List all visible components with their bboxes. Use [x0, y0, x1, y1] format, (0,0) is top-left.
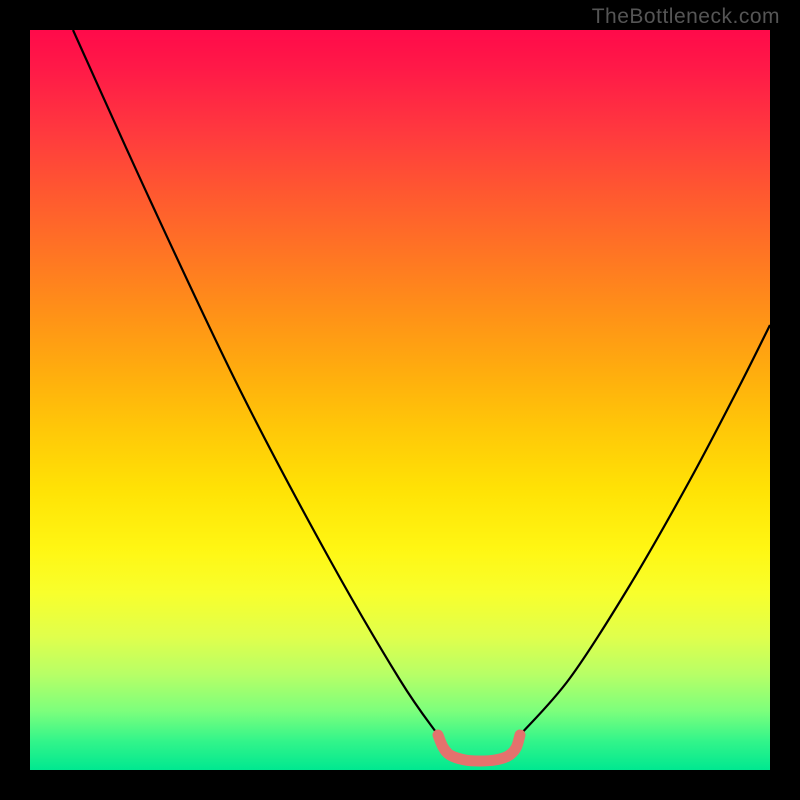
- watermark-label: TheBottleneck.com: [592, 5, 780, 29]
- curve-layer: [30, 30, 770, 770]
- chart-frame: TheBottleneck.com: [0, 0, 800, 800]
- left-curve: [73, 30, 438, 735]
- right-curve: [520, 325, 770, 735]
- plot-area: [30, 30, 770, 770]
- optimal-zone-highlight: [438, 735, 520, 761]
